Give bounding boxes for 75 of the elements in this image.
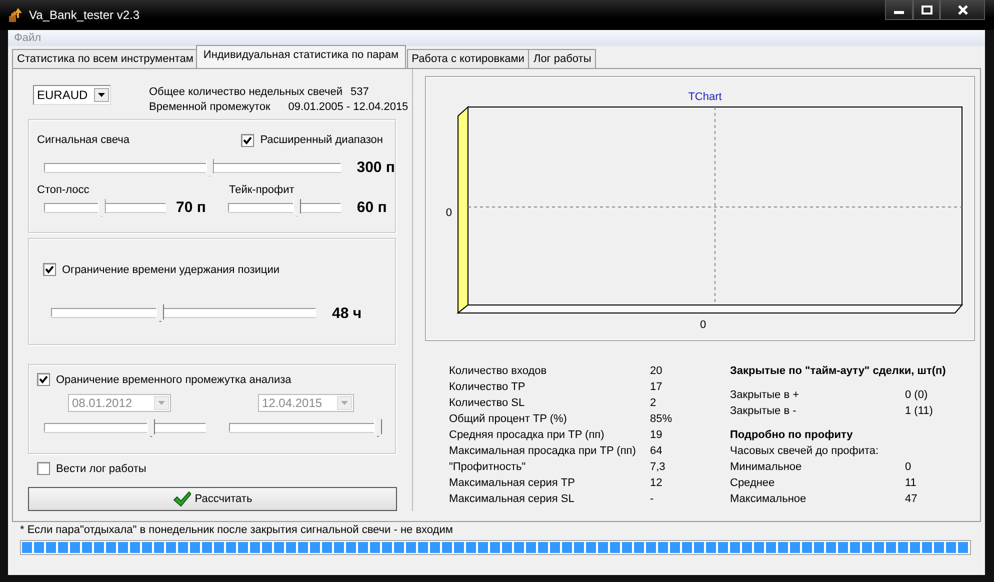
stat-label: Закрытые в +: [730, 388, 800, 402]
field-label: Сигнальная свеча: [37, 134, 130, 147]
stat-label: Максимальная просадка при TP (пп): [449, 444, 637, 458]
maximize-icon[interactable]: [920, 4, 932, 14]
checkbox[interactable]: [37, 373, 50, 386]
slider-track[interactable]: [51, 303, 316, 322]
info-label: Общее количество недельных свечей: [149, 86, 343, 98]
window-title: Va_Bank_tester v2.3: [29, 8, 140, 22]
stat-value: 2: [650, 396, 658, 410]
slider-track[interactable]: [229, 418, 382, 438]
stat-value: 11: [905, 476, 918, 490]
app-icon: [8, 7, 24, 23]
footnote: * Если пара"отдыхала" в понедельник после закрытия сигнальной свечи - не входим: [20, 524, 453, 536]
checkbox-label: Ораничение временного промежутка анализа: [56, 374, 292, 386]
calculate-button[interactable]: Рассчитать: [28, 487, 397, 511]
maximize-button[interactable]: [913, 0, 940, 20]
section-heading: Закрытые по "тайм-ауту" сделки, шт(п): [730, 364, 947, 378]
stat-label: Средняя просадка при TP (пп): [449, 428, 606, 442]
slider-reading: 48 ч: [332, 304, 362, 322]
stat-value: 17: [650, 380, 664, 394]
checkmark-icon: [172, 491, 191, 508]
stat-label: Закрытые в -: [730, 404, 798, 418]
slider-track[interactable]: [44, 198, 166, 217]
slider-thumb[interactable]: [156, 304, 164, 322]
checkbox[interactable]: [43, 263, 56, 276]
stat-label: Количество входов: [449, 364, 548, 378]
field-label: Тейк-профит: [229, 184, 294, 196]
stat-value: 0 (0): [905, 388, 929, 402]
stat-value: 19: [650, 428, 664, 442]
field-label: Стоп-лосс: [37, 184, 90, 196]
stat-value: 85%: [650, 412, 674, 426]
tab[interactable]: Лог работы: [528, 49, 596, 68]
tab[interactable]: Работа с котировками: [406, 49, 530, 68]
stat-label: Максимальное: [730, 492, 808, 506]
stat-label: Количество SL: [449, 396, 526, 410]
stat-value: 47: [905, 492, 918, 506]
info-value: 537: [350, 86, 369, 98]
checkbox-label: Ограничение времени удержания позиции: [62, 264, 280, 276]
slider-track[interactable]: [44, 158, 341, 177]
checkbox-label: Вести лог работы: [56, 462, 146, 475]
minimize-button[interactable]: [885, 0, 913, 20]
dropdown[interactable]: EURAUD: [33, 85, 111, 105]
stat-label: Количество TP: [449, 380, 526, 394]
tab[interactable]: Статистика по всем инструментам: [12, 49, 198, 68]
axis-tick-label: 0: [700, 319, 706, 331]
info-value: 09.01.2005 - 12.04.2015: [288, 101, 408, 113]
slider-reading: 300 п: [356, 159, 395, 176]
stat-value: 64: [650, 444, 664, 458]
stat-value: 20: [650, 364, 664, 378]
stat-label: Максимальная серия SL: [449, 492, 576, 506]
stat-value: 0: [905, 460, 912, 474]
slider-reading: 60 п: [356, 199, 387, 216]
stat-value: 12: [650, 476, 664, 490]
axis-tick-label: 0: [446, 207, 452, 219]
stat-value: -: [650, 492, 655, 506]
stat-label: Среднее: [730, 476, 776, 490]
info-label: Временной промежуток: [149, 101, 270, 113]
checkbox[interactable]: [241, 134, 254, 147]
checkbox[interactable]: [37, 462, 50, 476]
slider-track[interactable]: [44, 418, 206, 438]
stat-label: Минимальное: [730, 460, 803, 474]
tab[interactable]: Индивидуальная статистика по парам: [196, 45, 406, 68]
chart-title: TChart: [688, 91, 722, 103]
stat-label: Максимальная серия TP: [449, 476, 576, 490]
checkbox-label: Расширенный диапазон: [260, 134, 383, 146]
stat-value: 1 (11): [905, 404, 934, 418]
slider-track[interactable]: [228, 198, 341, 217]
stat-label: "Профитность": [449, 460, 527, 474]
stat-value: 7,3: [650, 460, 666, 474]
close-button[interactable]: [940, 0, 985, 20]
close-icon[interactable]: [956, 4, 968, 14]
stat-label: Часовых свечей до профита:: [730, 444, 880, 458]
section-heading: Подробно по профиту: [730, 428, 854, 442]
slider-reading: 70 п: [176, 199, 206, 216]
stat-label: Общий процент TP (%): [449, 412, 568, 426]
